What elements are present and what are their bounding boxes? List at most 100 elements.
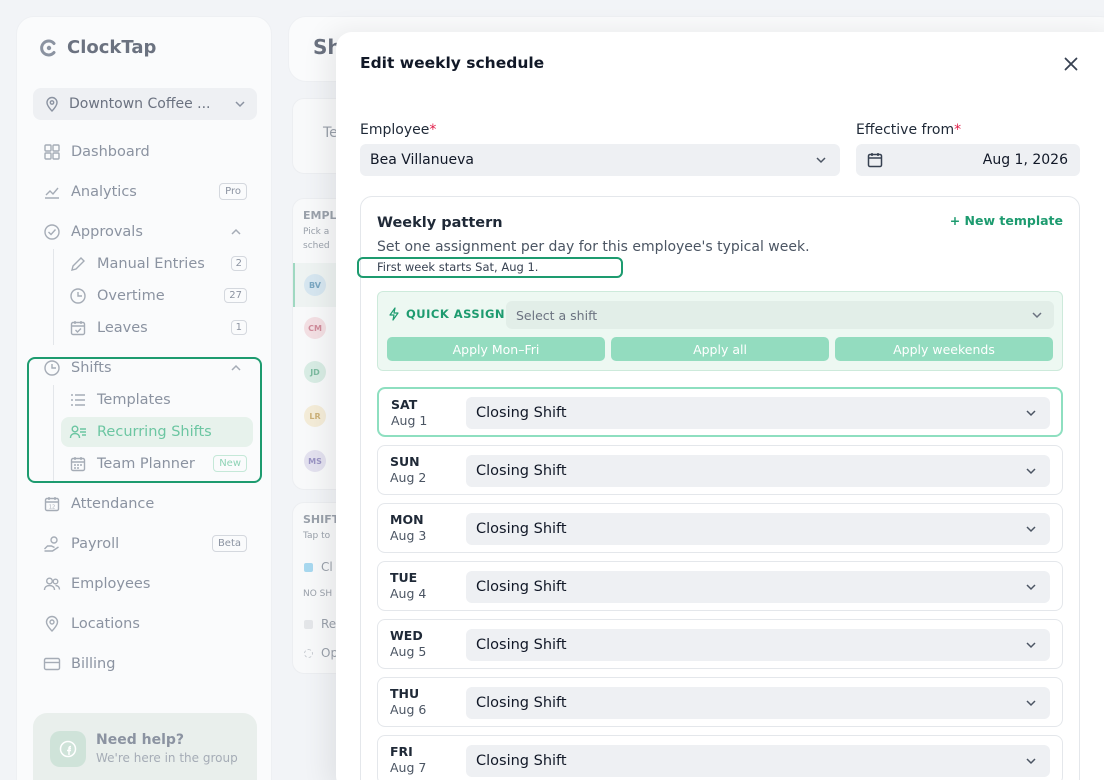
day-shift-value: Closing Shift [476, 695, 567, 711]
nav-analytics[interactable]: Analytics Pro [43, 180, 247, 204]
effective-date-input[interactable]: Aug 1, 2026 [856, 144, 1080, 176]
nav-approvals-label: Approvals [71, 224, 143, 240]
nav-dashboard[interactable]: Dashboard [43, 140, 150, 164]
chevron-up-icon[interactable] [229, 225, 243, 239]
day-row-fri: FRI Aug 7 Closing Shift [377, 735, 1063, 780]
avatar[interactable]: JD [304, 361, 326, 383]
quick-assign-label: QUICK ASSIGN [388, 307, 505, 321]
chevron-down-icon [1026, 526, 1036, 533]
required-mark: * [954, 122, 962, 138]
pencil-icon [71, 257, 85, 271]
shift-item[interactable]: Re [321, 617, 336, 631]
sidebar: ClockTap Downtown Coffee ... Dashboard A… [16, 16, 272, 780]
user-list-icon [69, 425, 86, 439]
employee-select[interactable]: Bea Villanueva [360, 144, 840, 176]
apply-weekends-button[interactable]: Apply weekends [835, 337, 1053, 361]
credit-card-icon [43, 657, 61, 671]
nav-team-planner[interactable]: Team Planner New [69, 452, 247, 476]
first-week-hint: First week starts Sat, Aug 1. [377, 260, 539, 274]
avatar[interactable]: LR [304, 405, 326, 427]
shift-item[interactable]: Cl [321, 560, 333, 574]
help-title: Need help? [96, 732, 185, 748]
day-date: Aug 2 [390, 470, 427, 485]
new-badge: New [213, 455, 247, 472]
chevron-down-icon [1026, 700, 1036, 707]
nav-billing-label: Billing [71, 656, 116, 672]
day-shift-select[interactable]: Closing Shift [466, 455, 1050, 487]
day-shift-value: Closing Shift [476, 637, 567, 653]
chevron-down-icon [1026, 758, 1036, 765]
nav-locations-label: Locations [71, 616, 140, 632]
day-shift-select[interactable]: Closing Shift [466, 629, 1050, 661]
day-shift-value: Closing Shift [476, 579, 567, 595]
day-name: WED [390, 628, 423, 643]
help-card[interactable]: Need help? We're here in the group [33, 713, 257, 780]
nav-manual-entries-label: Manual Entries [97, 256, 205, 272]
day-shift-select[interactable]: Closing Shift [466, 571, 1050, 603]
nav-approvals[interactable]: Approvals [43, 220, 143, 244]
apply-mon-fri-button[interactable]: Apply Mon–Fri [387, 337, 605, 361]
day-shift-value: Closing Shift [476, 753, 567, 769]
tree-line [53, 249, 54, 345]
nav-attendance[interactable]: 12 Attendance [43, 492, 154, 516]
nav-recurring-shifts[interactable]: Recurring Shifts [69, 420, 212, 444]
help-subtitle: We're here in the group [96, 751, 238, 765]
nav-employees[interactable]: Employees [43, 572, 150, 596]
users-icon [43, 577, 61, 591]
chevron-down-icon [1026, 468, 1036, 475]
nav-templates[interactable]: Templates [69, 388, 171, 412]
overtime-count: 27 [224, 288, 247, 303]
nav-dashboard-label: Dashboard [71, 144, 150, 160]
nav-manual-entries[interactable]: Manual Entries 2 [69, 252, 247, 276]
chevron-down-icon [235, 101, 245, 108]
chevron-up-icon[interactable] [229, 361, 243, 375]
new-template-link[interactable]: + New template [950, 213, 1063, 228]
facebook-icon [59, 740, 77, 758]
avatar[interactable]: MS [304, 450, 326, 472]
day-shift-value: Closing Shift [476, 405, 567, 421]
calendar-icon [867, 153, 883, 168]
nav-payroll-label: Payroll [71, 536, 120, 552]
quick-assign-select[interactable]: Select a shift [506, 301, 1054, 329]
day-date: Aug 4 [390, 586, 427, 601]
clock-icon [44, 360, 60, 376]
day-shift-select[interactable]: Closing Shift [466, 397, 1050, 429]
nav-billing[interactable]: Billing [43, 652, 115, 676]
day-date: Aug 5 [390, 644, 427, 659]
nav-locations[interactable]: Locations [43, 612, 140, 636]
money-hand-icon [44, 536, 59, 552]
app-logo[interactable]: ClockTap [39, 37, 156, 58]
avatar[interactable]: CM [304, 317, 326, 339]
location-select[interactable]: Downtown Coffee ... [33, 88, 257, 120]
day-shift-select[interactable]: Closing Shift [466, 687, 1050, 719]
day-shift-select[interactable]: Closing Shift [466, 513, 1050, 545]
quick-assign-panel: QUICK ASSIGN Select a shift Apply Mon–Fr… [377, 291, 1063, 371]
apply-all-button[interactable]: Apply all [611, 337, 829, 361]
tree-line [53, 385, 54, 481]
grid-icon [44, 144, 60, 160]
clock-icon [70, 288, 86, 304]
nav-leaves[interactable]: Leaves 1 [69, 316, 247, 340]
day-name: SAT [391, 397, 418, 412]
shift-hint: Tap to [303, 531, 331, 541]
nav-payroll[interactable]: Payroll Beta [43, 532, 247, 556]
employee-select-value: Bea Villanueva [370, 152, 474, 168]
nav-analytics-label: Analytics [71, 184, 137, 200]
nav-employees-label: Employees [71, 576, 151, 592]
avatar[interactable]: BV [304, 274, 326, 296]
nav-overtime[interactable]: Overtime 27 [69, 284, 247, 308]
chevron-down-icon [1026, 642, 1036, 649]
edit-schedule-modal: Edit weekly schedule Employee* Bea Villa… [336, 32, 1104, 780]
day-date: Aug 6 [390, 702, 427, 717]
help-icon-box [50, 731, 86, 767]
nav-shifts[interactable]: Shifts [43, 356, 112, 380]
close-icon[interactable] [1062, 55, 1080, 73]
effective-from-label: Effective from* [856, 122, 962, 138]
beta-badge: Beta [211, 535, 247, 552]
weekly-pattern-card: Weekly pattern + New template Set one as… [357, 196, 1080, 780]
nav-templates-label: Templates [97, 392, 171, 408]
no-shift-label: NO SH [303, 589, 333, 599]
check-circle-icon [44, 224, 60, 240]
day-shift-select[interactable]: Closing Shift [466, 745, 1050, 777]
employees-hint: sched [303, 241, 330, 251]
